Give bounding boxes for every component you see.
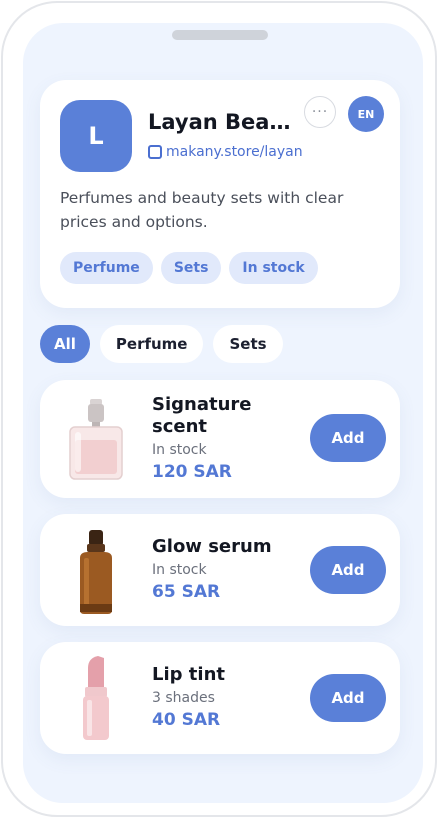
product-price: 40 SAR	[152, 710, 221, 730]
product-card-lip-tint[interactable]: Lip tint 3 shades 40 SAR Add	[40, 642, 400, 754]
store-profile-card: L Layan Beauty ··· EN makany.store/layan…	[40, 80, 400, 308]
product-name: Glow serum	[152, 536, 272, 557]
add-to-cart-button[interactable]: Add	[310, 546, 386, 594]
category-filters: All Perfume Sets	[40, 325, 283, 363]
store-url-text: makany.store/layan	[166, 144, 303, 160]
tag-perfume[interactable]: Perfume	[60, 252, 153, 284]
more-icon: ···	[311, 104, 329, 120]
product-stock: In stock	[152, 442, 207, 458]
filter-sets[interactable]: Sets	[213, 325, 283, 363]
serum-bottle-icon	[80, 530, 112, 614]
product-shades: 3 shades	[152, 690, 215, 706]
product-stock: In stock	[152, 562, 207, 578]
product-card-glow-serum[interactable]: Glow serum In stock 65 SAR Add	[40, 514, 400, 626]
add-to-cart-button[interactable]: Add	[310, 414, 386, 462]
add-to-cart-button[interactable]: Add	[310, 674, 386, 722]
product-price: 65 SAR	[152, 582, 221, 602]
store-description: Perfumes and beauty sets with clear pric…	[60, 189, 344, 231]
filter-all[interactable]: All	[40, 325, 90, 363]
product-name: Lip tint	[152, 664, 225, 685]
perfume-bottle-icon	[69, 399, 123, 480]
language-button[interactable]: EN	[348, 96, 384, 132]
product-name: Signature scent	[152, 394, 252, 437]
tag-in-stock[interactable]: In stock	[229, 252, 318, 284]
store-url-link[interactable]: makany.store/layan	[148, 142, 303, 162]
filter-perfume[interactable]: Perfume	[99, 325, 204, 363]
store-avatar: L	[60, 100, 132, 172]
copy-icon	[148, 145, 162, 159]
store-name: Layan Beauty	[148, 110, 294, 134]
store-tags: Perfume Sets In stock	[60, 252, 318, 284]
product-card-signature-scent[interactable]: Signature scent In stock 120 SAR Add	[40, 380, 400, 498]
status-notch	[172, 30, 268, 40]
product-price: 120 SAR	[152, 462, 232, 482]
tag-sets[interactable]: Sets	[160, 252, 222, 284]
lipstick-icon	[83, 656, 109, 740]
more-options-button[interactable]: ···	[304, 96, 336, 128]
